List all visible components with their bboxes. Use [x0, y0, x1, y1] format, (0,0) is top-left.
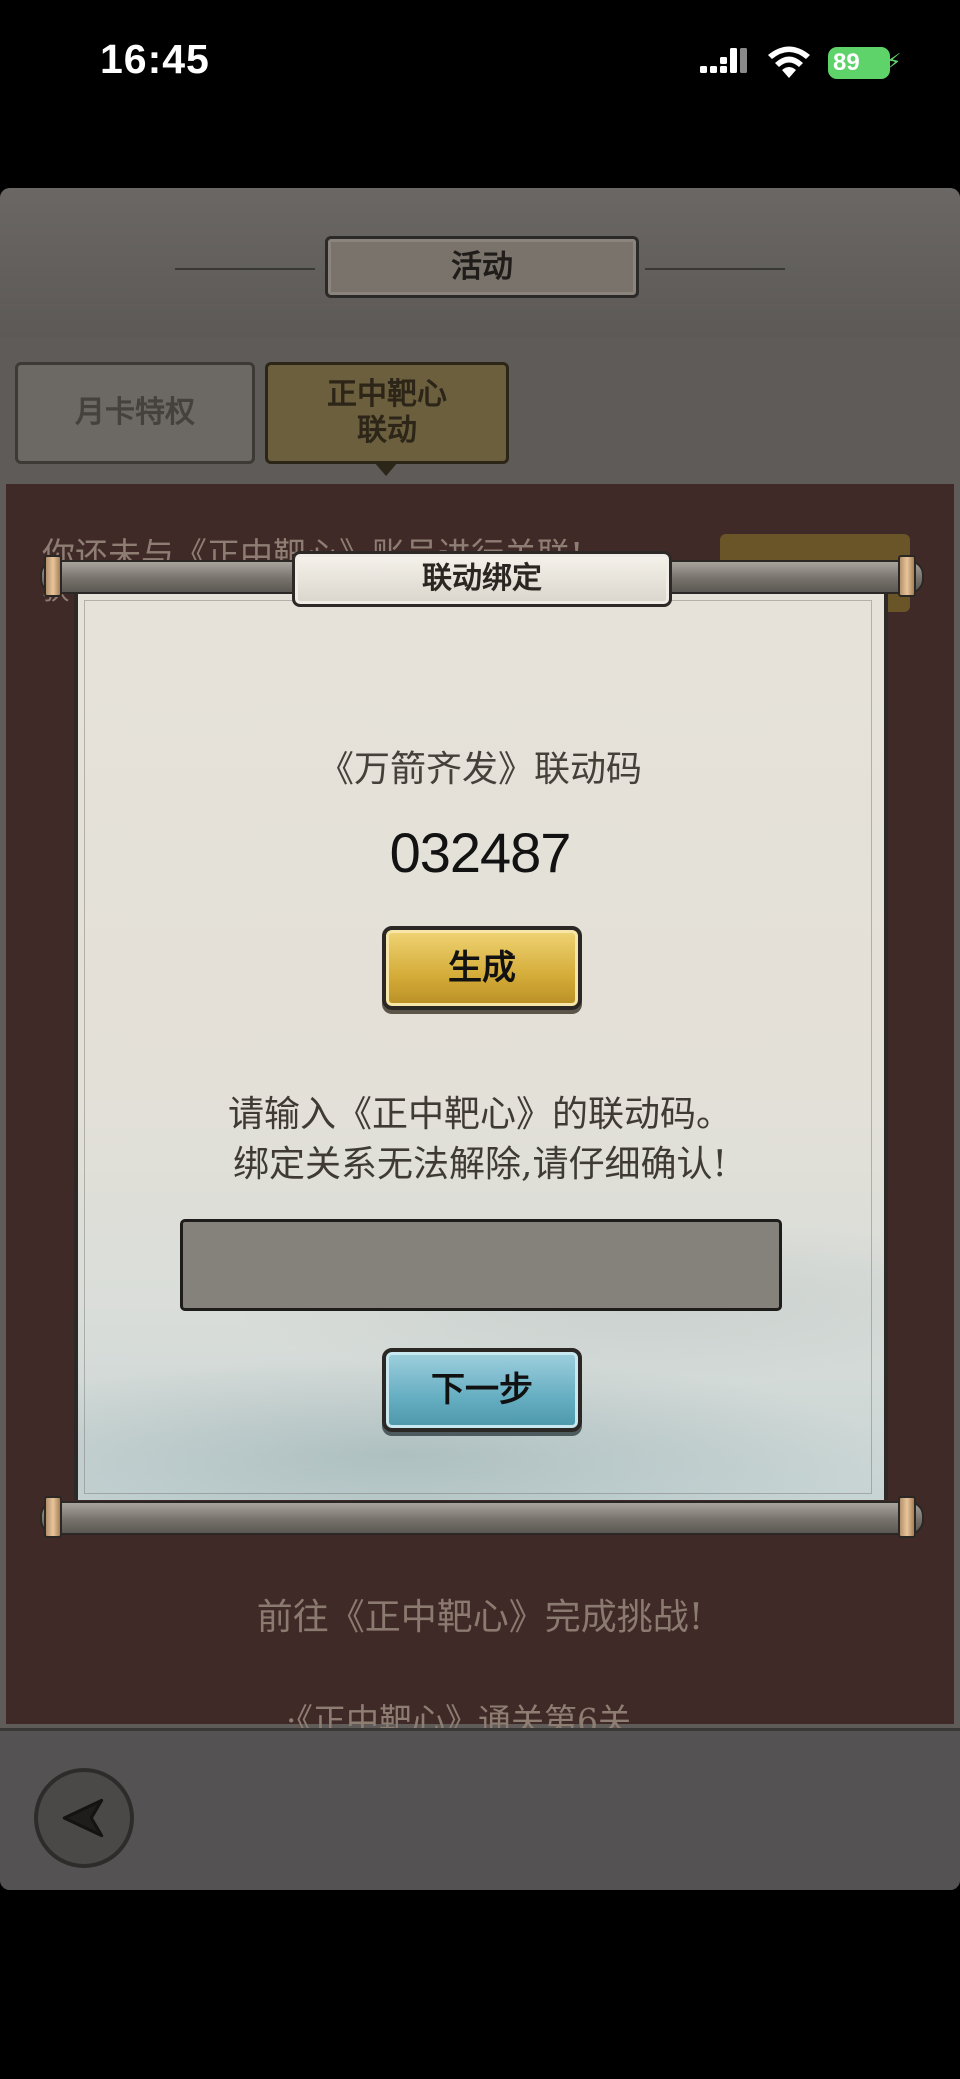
back-button[interactable]	[34, 1768, 134, 1868]
status-time: 16:45	[100, 36, 210, 82]
instruction-line-2: 绑定关系无法解除,请仔细确认!	[233, 1144, 727, 1185]
link-code-input[interactable]	[180, 1219, 783, 1311]
tab-selected-pointer	[374, 462, 398, 476]
header-ornament-right	[645, 268, 785, 270]
dialog-title: 联动绑定	[292, 551, 672, 607]
next-step-button[interactable]: 下一步	[382, 1348, 582, 1432]
back-arrow-icon	[62, 1798, 104, 1838]
link-code-value: 032487	[389, 821, 572, 884]
charging-bolt-icon: ⚡	[886, 50, 902, 75]
battery-indicator: 89	[828, 47, 890, 79]
tab-linked-event[interactable]: 正中靶心 联动	[265, 362, 509, 464]
link-code-input-field[interactable]	[183, 1222, 783, 1310]
link-code-label: 《万箭齐发》联动码	[317, 749, 642, 790]
goto-challenge-text: 前往《正中靶心》完成挑战!	[256, 1597, 704, 1638]
scroll-rod-bottom-cap-left	[44, 1496, 62, 1538]
scroll-rod-bottom-cap-right	[898, 1496, 916, 1538]
page-title: 活动	[325, 236, 639, 298]
generate-button[interactable]: 生成	[382, 926, 582, 1010]
tab-monthly-card-label: 月卡特权	[75, 395, 195, 430]
tab-linked-event-label: 正中靶心 联动	[327, 377, 447, 448]
tab-monthly-card[interactable]: 月卡特权	[15, 362, 255, 464]
scroll-rod-top-cap-left	[44, 555, 62, 597]
signal-icon	[700, 48, 748, 80]
bottom-bar	[0, 1728, 960, 1890]
instruction-line-1: 请输入《正中靶心》的联动码。	[227, 1094, 732, 1135]
header-ornament-left	[175, 268, 315, 270]
scroll-rod-bottom	[40, 1501, 924, 1535]
wifi-icon	[766, 46, 812, 80]
scroll-rod-top-cap-right	[898, 555, 916, 597]
